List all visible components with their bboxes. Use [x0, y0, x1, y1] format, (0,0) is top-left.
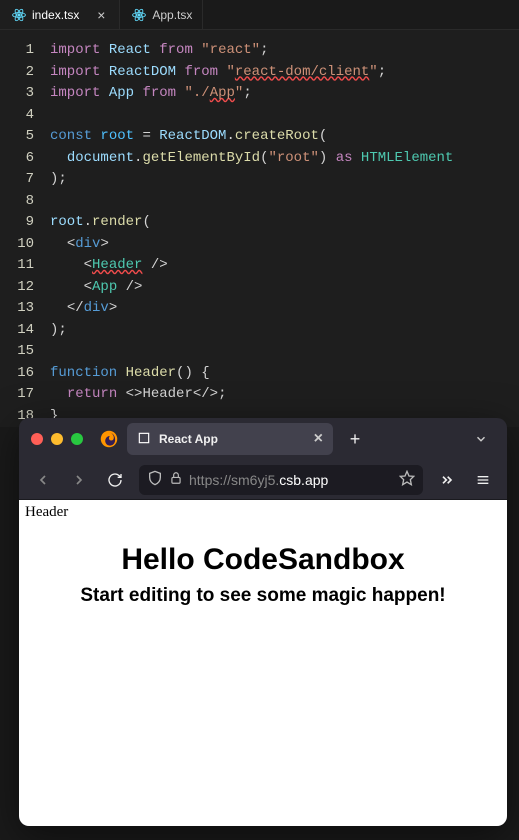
page-subheading: Start editing to see some magic happen! [19, 585, 507, 607]
reload-button[interactable] [99, 464, 131, 496]
code-editor[interactable]: 1234 5678 9101112 13141516 1718 import R… [0, 30, 519, 427]
browser-window: React App × + https://sm6yj5.csb.app [19, 418, 507, 826]
page-favicon [137, 431, 151, 448]
browser-tab[interactable]: React App × [127, 423, 333, 455]
url-text: https://sm6yj5.csb.app [189, 472, 328, 488]
editor-tabs: index.tsx × App.tsx [0, 0, 519, 30]
window-minimize-icon[interactable] [51, 433, 63, 445]
browser-tab-title: React App [159, 432, 218, 446]
firefox-icon [99, 429, 119, 449]
editor-tab-label: App.tsx [152, 8, 192, 22]
window-controls [31, 433, 83, 445]
editor-tab-label: index.tsx [32, 8, 79, 22]
window-close-icon[interactable] [31, 433, 43, 445]
react-icon [132, 8, 146, 22]
line-gutter: 1234 5678 9101112 13141516 1718 [0, 40, 50, 427]
code-content[interactable]: import React from "react"; import ReactD… [50, 40, 453, 427]
window-maximize-icon[interactable] [71, 433, 83, 445]
forward-button[interactable] [63, 464, 95, 496]
bookmark-icon[interactable] [399, 470, 415, 489]
page-heading: Hello CodeSandbox [19, 543, 507, 577]
overflow-button[interactable] [431, 464, 463, 496]
back-button[interactable] [27, 464, 59, 496]
react-icon [12, 8, 26, 22]
editor-tab-index[interactable]: index.tsx × [0, 0, 120, 29]
close-icon[interactable]: × [314, 430, 323, 448]
shield-icon[interactable] [147, 470, 163, 489]
new-tab-button[interactable]: + [341, 425, 369, 453]
page-content: Header Hello CodeSandbox Start editing t… [19, 500, 507, 826]
menu-button[interactable] [467, 464, 499, 496]
browser-titlebar: React App × + [19, 418, 507, 460]
browser-toolbar: https://sm6yj5.csb.app [19, 460, 507, 500]
lock-icon[interactable] [169, 471, 183, 488]
url-bar[interactable]: https://sm6yj5.csb.app [139, 465, 423, 495]
tabs-dropdown-icon[interactable] [467, 432, 495, 446]
editor-tab-app[interactable]: App.tsx [120, 0, 203, 29]
header-output: Header [19, 500, 507, 525]
close-icon[interactable]: × [93, 7, 109, 23]
